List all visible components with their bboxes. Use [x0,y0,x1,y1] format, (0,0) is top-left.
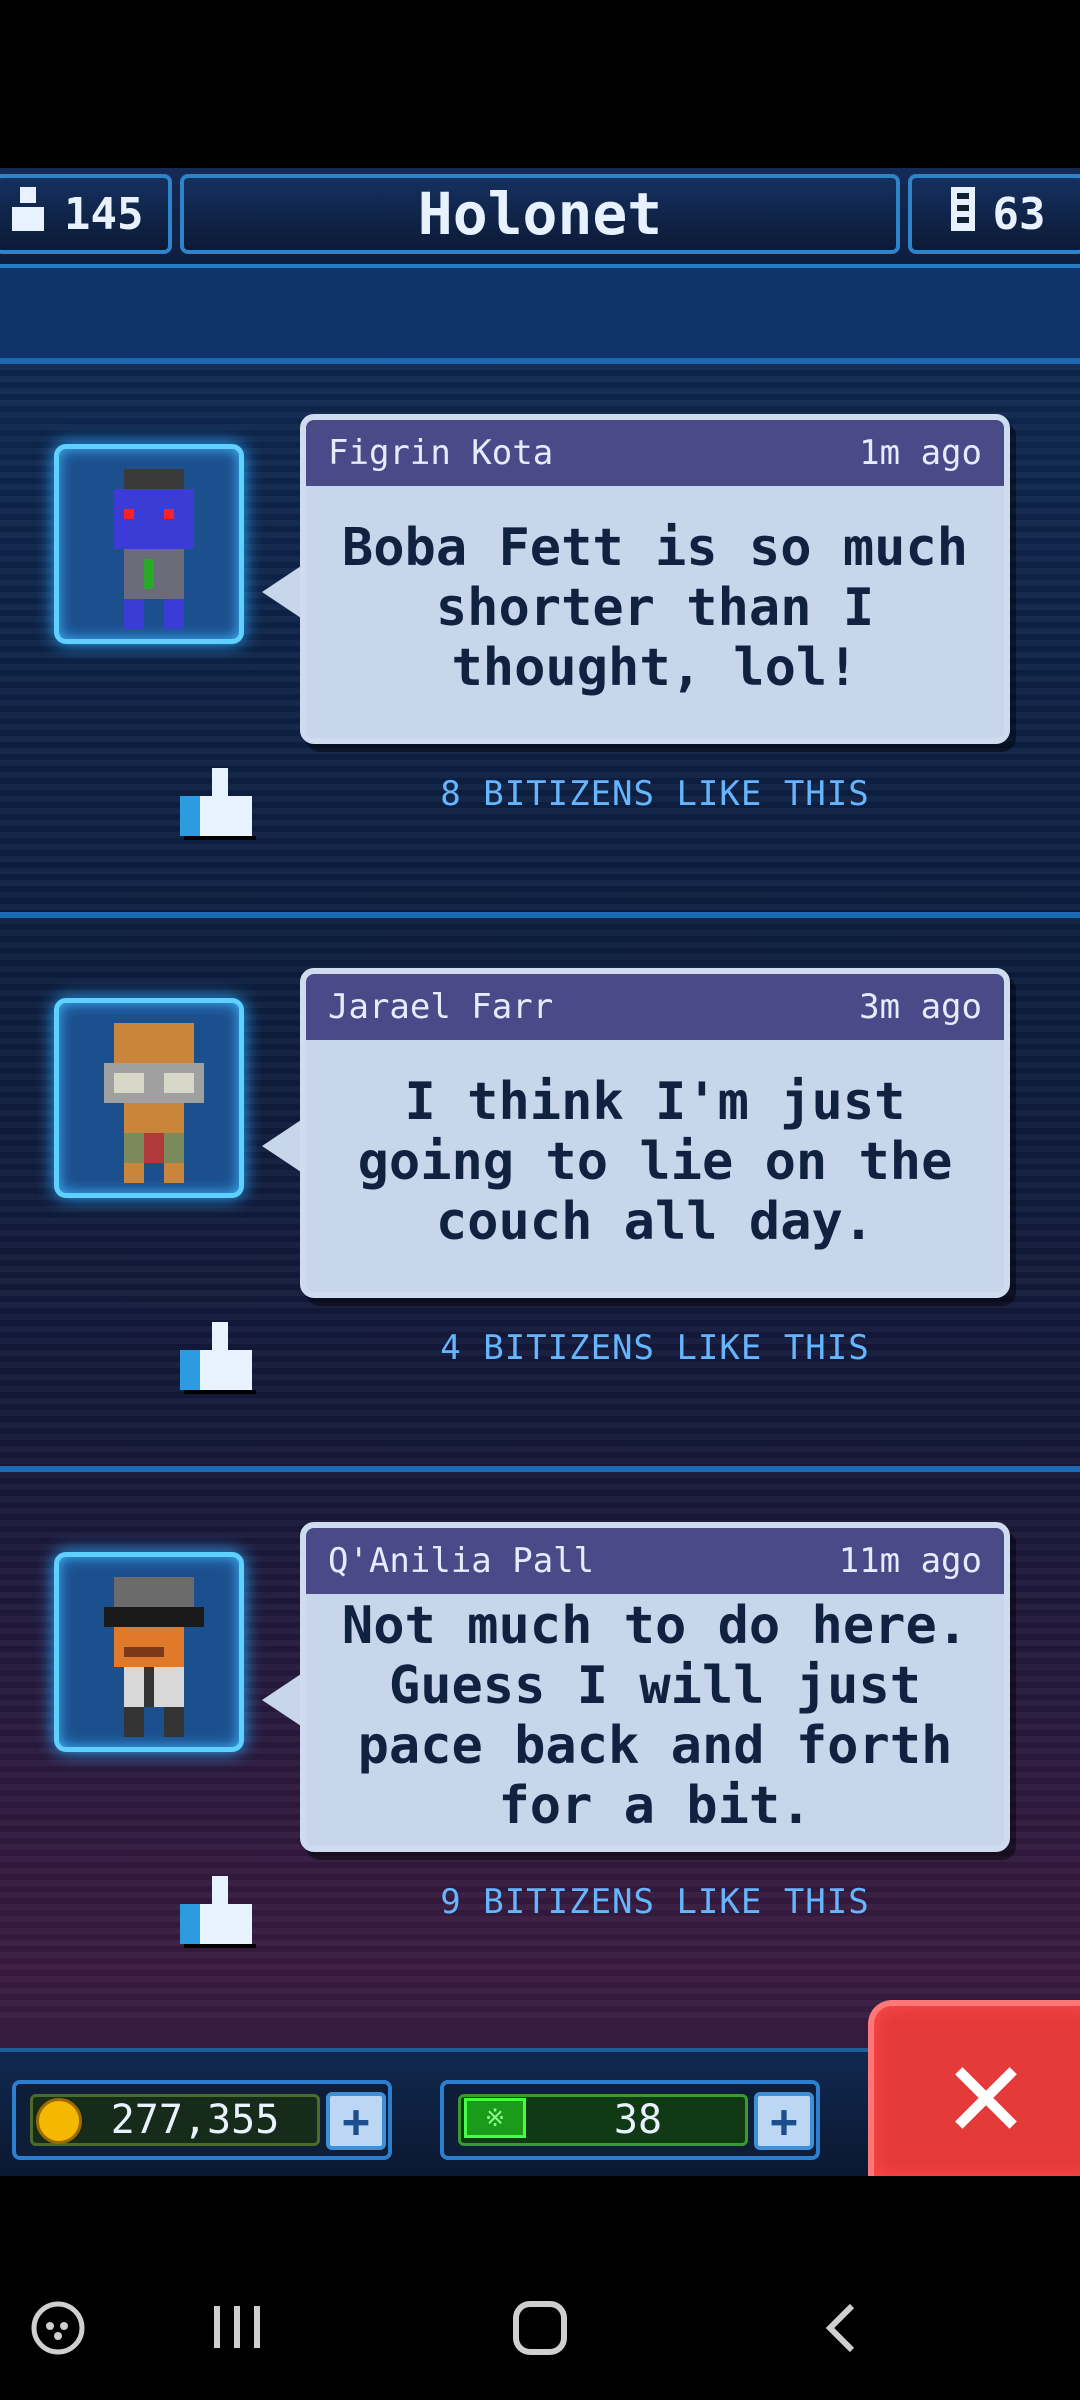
coin-icon [36,2098,82,2144]
post-time: 1m ago [859,433,982,473]
likes-count: 9 BITIZENS LIKE THIS [440,1882,870,1922]
floors-counter[interactable]: 63 [908,174,1080,254]
message-text: Not much to do here. Guess I will just p… [341,1596,969,1836]
add-bux-button[interactable]: + [754,2092,814,2150]
speech-bubble-tail [262,1118,304,1174]
speech-bubble-tail [262,1672,304,1728]
post-time: 11m ago [838,1541,982,1581]
post-card: Figrin Kota 1m ago Boba Fett is so much … [0,364,1080,918]
bux-icon: ※ [464,2098,526,2138]
post-time: 3m ago [859,987,982,1027]
avatar[interactable] [54,444,244,644]
likes-count: 8 BITIZENS LIKE THIS [440,774,870,814]
top-bar: 145 Holonet 63 [0,168,1080,268]
person-icon [8,185,48,244]
message-header: Jarael Farr 3m ago [306,974,1004,1040]
add-coins-button[interactable]: + [326,2092,386,2150]
home-icon[interactable] [510,2298,570,2372]
population-counter[interactable]: 145 [0,174,172,254]
post-card: Jarael Farr 3m ago I think I'm just goin… [0,918,1080,1472]
recent-apps-icon[interactable] [210,2300,264,2368]
population-value: 145 [64,188,144,240]
bux-value: 38 [613,2097,663,2143]
thumbs-up-icon[interactable] [176,1318,260,1394]
author-name[interactable]: Jarael Farr [328,987,553,1027]
holonet-screen: 145 Holonet 63 Figrin Kota 1m ago Boba F… [0,168,1080,2176]
message-text: Boba Fett is so much shorter than I thou… [341,518,969,698]
close-button[interactable]: ✕ [868,2000,1080,2176]
coins-panel: 277,355 + [12,2080,392,2160]
avatar[interactable] [54,998,244,1198]
coins-value: 277,355 [110,2097,280,2143]
message-header: Figrin Kota 1m ago [306,420,1004,486]
speech-bubble-tail [262,564,304,620]
game-launcher-icon[interactable] [30,2300,86,2370]
author-name[interactable]: Figrin Kota [328,433,553,473]
message-header: Q'Anilia Pall 11m ago [306,1528,1004,1594]
likes-count: 4 BITIZENS LIKE THIS [440,1328,870,1368]
author-name[interactable]: Q'Anilia Pall [328,1541,594,1581]
close-icon: ✕ [946,2015,1026,2167]
post-card: Q'Anilia Pall 11m ago Not much to do her… [0,1472,1080,2020]
thumbs-up-icon[interactable] [176,764,260,840]
building-icon [949,185,977,244]
back-icon[interactable] [820,2300,860,2370]
bux-panel: 38 ※ + [440,2080,820,2160]
feed-header-strip [0,268,1080,364]
message-bubble: Figrin Kota 1m ago Boba Fett is so much … [300,414,1010,744]
thumbs-up-icon[interactable] [176,1872,260,1948]
avatar[interactable] [54,1552,244,1752]
message-bubble: Jarael Farr 3m ago I think I'm just goin… [300,968,1010,1298]
message-text: I think I'm just going to lie on the cou… [357,1072,953,1252]
page-title: Holonet [180,174,900,254]
message-bubble: Q'Anilia Pall 11m ago Not much to do her… [300,1522,1010,1852]
floors-value: 63 [992,188,1046,240]
